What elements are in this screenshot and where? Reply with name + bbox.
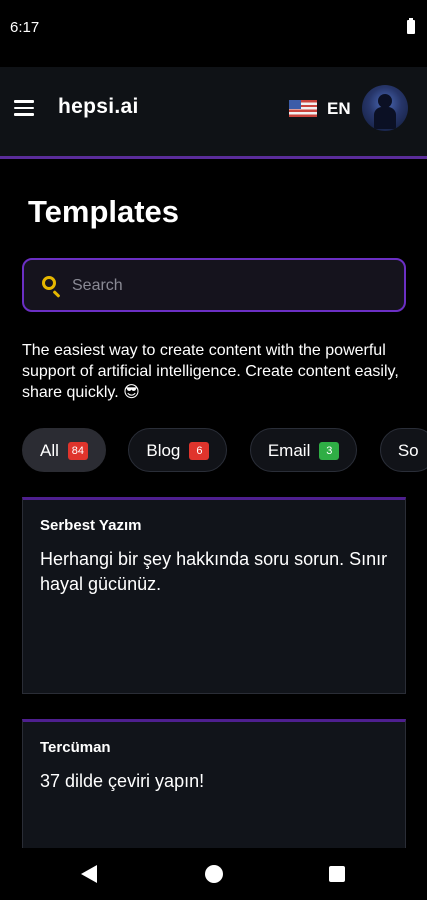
home-icon[interactable] <box>205 865 223 883</box>
count-badge: 6 <box>189 441 210 460</box>
search-icon <box>42 276 56 290</box>
status-time: 6:17 <box>10 19 40 36</box>
battery-icon <box>407 18 415 34</box>
filter-chip-label: All <box>40 440 59 460</box>
card-title: Tercüman <box>40 739 111 756</box>
count-badge: 84 <box>67 441 88 460</box>
search-input[interactable] <box>72 273 392 299</box>
filter-chip-label: Blog <box>146 440 181 460</box>
filter-chip-label: Email <box>267 440 311 460</box>
us-flag-icon[interactable] <box>289 100 317 117</box>
card-description: 37 dilde çeviri yapın! <box>40 771 205 791</box>
page-title: Templates <box>28 194 180 229</box>
count-badge: 3 <box>319 441 340 460</box>
app-header: hepsi.ai EN <box>0 67 427 159</box>
intro-text: The easiest way to create content with t… <box>22 342 399 401</box>
brand-logo[interactable]: hepsi.ai <box>58 95 139 119</box>
language-label[interactable]: EN <box>327 99 351 119</box>
category-filter-row[interactable]: All 84 Blog 6 Email 3 So <box>22 428 427 472</box>
template-card-tercuman[interactable]: Tercüman 37 dilde çeviri yapın! <box>22 719 406 869</box>
search-box[interactable] <box>22 258 406 312</box>
filter-chip-social[interactable]: So <box>379 428 427 472</box>
avatar[interactable] <box>362 85 408 131</box>
status-bar: 6:17 <box>0 0 427 56</box>
back-icon[interactable] <box>81 865 97 883</box>
filter-chip-blog[interactable]: Blog 6 <box>128 428 228 472</box>
recents-icon[interactable] <box>329 866 345 882</box>
filter-chip-email[interactable]: Email 3 <box>249 428 358 472</box>
template-card-serbest-yazim[interactable]: Serbest Yazım Herhangi bir şey hakkında … <box>22 497 406 694</box>
filter-chip-all[interactable]: All 84 <box>22 428 106 472</box>
filter-chip-label: So <box>397 440 419 460</box>
menu-icon[interactable] <box>14 100 34 116</box>
system-nav-bar <box>0 848 427 900</box>
card-title: Serbest Yazım <box>40 517 142 534</box>
card-description: Herhangi bir şey hakkında soru sorun. Sı… <box>40 549 388 594</box>
